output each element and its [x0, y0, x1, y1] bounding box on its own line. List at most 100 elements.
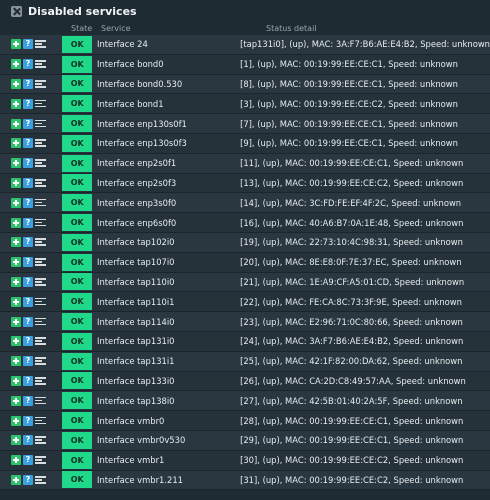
column-header-state[interactable]: State — [71, 24, 92, 33]
plus-icon[interactable] — [11, 39, 21, 50]
menu-lines-icon[interactable] — [35, 257, 46, 267]
help-icon[interactable]: ? — [23, 78, 33, 89]
plus-icon[interactable] — [11, 158, 21, 169]
help-icon[interactable]: ? — [23, 177, 33, 188]
plus-icon[interactable] — [11, 138, 21, 149]
menu-lines-icon[interactable] — [35, 119, 46, 129]
menu-lines-icon[interactable] — [35, 79, 46, 89]
plus-icon[interactable] — [11, 177, 21, 188]
plus-icon[interactable] — [11, 59, 21, 70]
plus-icon[interactable] — [11, 237, 21, 248]
plus-icon[interactable] — [11, 415, 21, 426]
service-name[interactable]: Interface enp3s0f0 — [92, 193, 241, 214]
plus-icon[interactable] — [11, 435, 21, 446]
menu-lines-icon[interactable] — [35, 297, 46, 307]
help-icon[interactable]: ? — [23, 197, 33, 208]
menu-lines-icon[interactable] — [35, 336, 46, 346]
help-icon[interactable]: ? — [23, 474, 33, 485]
help-icon[interactable]: ? — [23, 316, 33, 327]
plus-icon[interactable] — [11, 197, 21, 208]
service-name[interactable]: Interface tap138i0 — [92, 391, 241, 412]
help-icon[interactable]: ? — [23, 455, 33, 466]
menu-lines-icon[interactable] — [35, 396, 46, 406]
service-name[interactable]: Interface enp130s0f3 — [92, 133, 241, 154]
status-detail: [31], (up), MAC: 00:19:99:EE:CE:C2, Spee… — [240, 470, 490, 491]
status-detail: [26], (up), MAC: CA:2D:C8:49:57:AA, Spee… — [240, 371, 490, 392]
service-name[interactable]: Interface bond0 — [92, 54, 241, 75]
column-header-service[interactable]: Service — [101, 24, 131, 33]
menu-lines-icon[interactable] — [35, 277, 46, 287]
service-name[interactable]: Interface enp130s0f1 — [92, 114, 241, 134]
plus-icon[interactable] — [11, 296, 21, 307]
service-name[interactable]: Interface vmbr0 — [92, 411, 241, 431]
plus-icon[interactable] — [11, 356, 21, 367]
service-name[interactable]: Interface tap102i0 — [92, 232, 241, 253]
plus-icon[interactable] — [11, 375, 21, 386]
help-icon[interactable]: ? — [23, 98, 33, 109]
menu-lines-icon[interactable] — [35, 138, 46, 148]
help-icon[interactable]: ? — [23, 158, 33, 169]
help-icon[interactable]: ? — [23, 395, 33, 406]
menu-lines-icon[interactable] — [35, 376, 46, 386]
column-header-status-detail[interactable]: Status detail — [266, 24, 317, 33]
plus-icon[interactable] — [11, 395, 21, 406]
service-name[interactable]: Interface vmbr1.211 — [92, 470, 241, 491]
service-name[interactable]: Interface enp2s0f1 — [92, 153, 241, 174]
service-name[interactable]: Interface bond1 — [92, 94, 241, 115]
menu-lines-icon[interactable] — [35, 356, 46, 366]
menu-lines-icon[interactable] — [35, 455, 46, 465]
help-icon[interactable]: ? — [23, 296, 33, 307]
close-icon[interactable] — [11, 6, 22, 17]
help-icon[interactable]: ? — [23, 118, 33, 129]
help-icon[interactable]: ? — [23, 138, 33, 149]
service-name[interactable]: Interface bond0.530 — [92, 74, 241, 95]
plus-icon[interactable] — [11, 217, 21, 228]
service-name[interactable]: Interface 24 — [92, 35, 241, 55]
service-name[interactable]: Interface tap107i0 — [92, 252, 241, 273]
help-icon[interactable]: ? — [23, 59, 33, 70]
help-icon[interactable]: ? — [23, 39, 33, 50]
plus-icon[interactable] — [11, 118, 21, 129]
menu-lines-icon[interactable] — [35, 218, 46, 228]
plus-icon[interactable] — [11, 336, 21, 347]
service-name[interactable]: Interface tap133i0 — [92, 371, 241, 392]
service-name[interactable]: Interface tap110i0 — [92, 272, 241, 293]
service-name[interactable]: Interface enp6s0f0 — [92, 213, 241, 233]
menu-lines-icon[interactable] — [35, 158, 46, 168]
menu-lines-icon[interactable] — [35, 317, 46, 327]
service-name[interactable]: Interface enp2s0f3 — [92, 173, 241, 194]
plus-icon[interactable] — [11, 276, 21, 287]
service-name[interactable]: Interface vmbr1 — [92, 450, 241, 471]
menu-lines-icon[interactable] — [35, 198, 46, 208]
menu-lines-icon[interactable] — [35, 237, 46, 247]
plus-icon[interactable] — [11, 455, 21, 466]
state-cell: OK — [62, 470, 93, 491]
plus-icon[interactable] — [11, 316, 21, 327]
plus-icon[interactable] — [11, 474, 21, 485]
menu-lines-icon[interactable] — [35, 39, 46, 49]
menu-lines-icon[interactable] — [35, 416, 46, 426]
help-icon[interactable]: ? — [23, 237, 33, 248]
service-name[interactable]: Interface tap131i0 — [92, 331, 241, 352]
row-actions: ? — [0, 74, 63, 95]
help-icon[interactable]: ? — [23, 356, 33, 367]
menu-lines-icon[interactable] — [35, 59, 46, 69]
service-name[interactable]: Interface tap110i1 — [92, 292, 241, 313]
plus-icon[interactable] — [11, 78, 21, 89]
plus-icon[interactable] — [11, 98, 21, 109]
help-icon[interactable]: ? — [23, 276, 33, 287]
help-icon[interactable]: ? — [23, 375, 33, 386]
help-icon[interactable]: ? — [23, 435, 33, 446]
service-name[interactable]: Interface tap114i0 — [92, 312, 241, 332]
help-icon[interactable]: ? — [23, 336, 33, 347]
plus-icon[interactable] — [11, 257, 21, 268]
menu-lines-icon[interactable] — [35, 99, 46, 109]
menu-lines-icon[interactable] — [35, 178, 46, 188]
help-icon[interactable]: ? — [23, 217, 33, 228]
menu-lines-icon[interactable] — [35, 475, 46, 485]
help-icon[interactable]: ? — [23, 415, 33, 426]
service-name[interactable]: Interface tap131i1 — [92, 351, 241, 372]
help-icon[interactable]: ? — [23, 257, 33, 268]
menu-lines-icon[interactable] — [35, 435, 46, 445]
service-name[interactable]: Interface vmbr0v530 — [92, 430, 241, 451]
